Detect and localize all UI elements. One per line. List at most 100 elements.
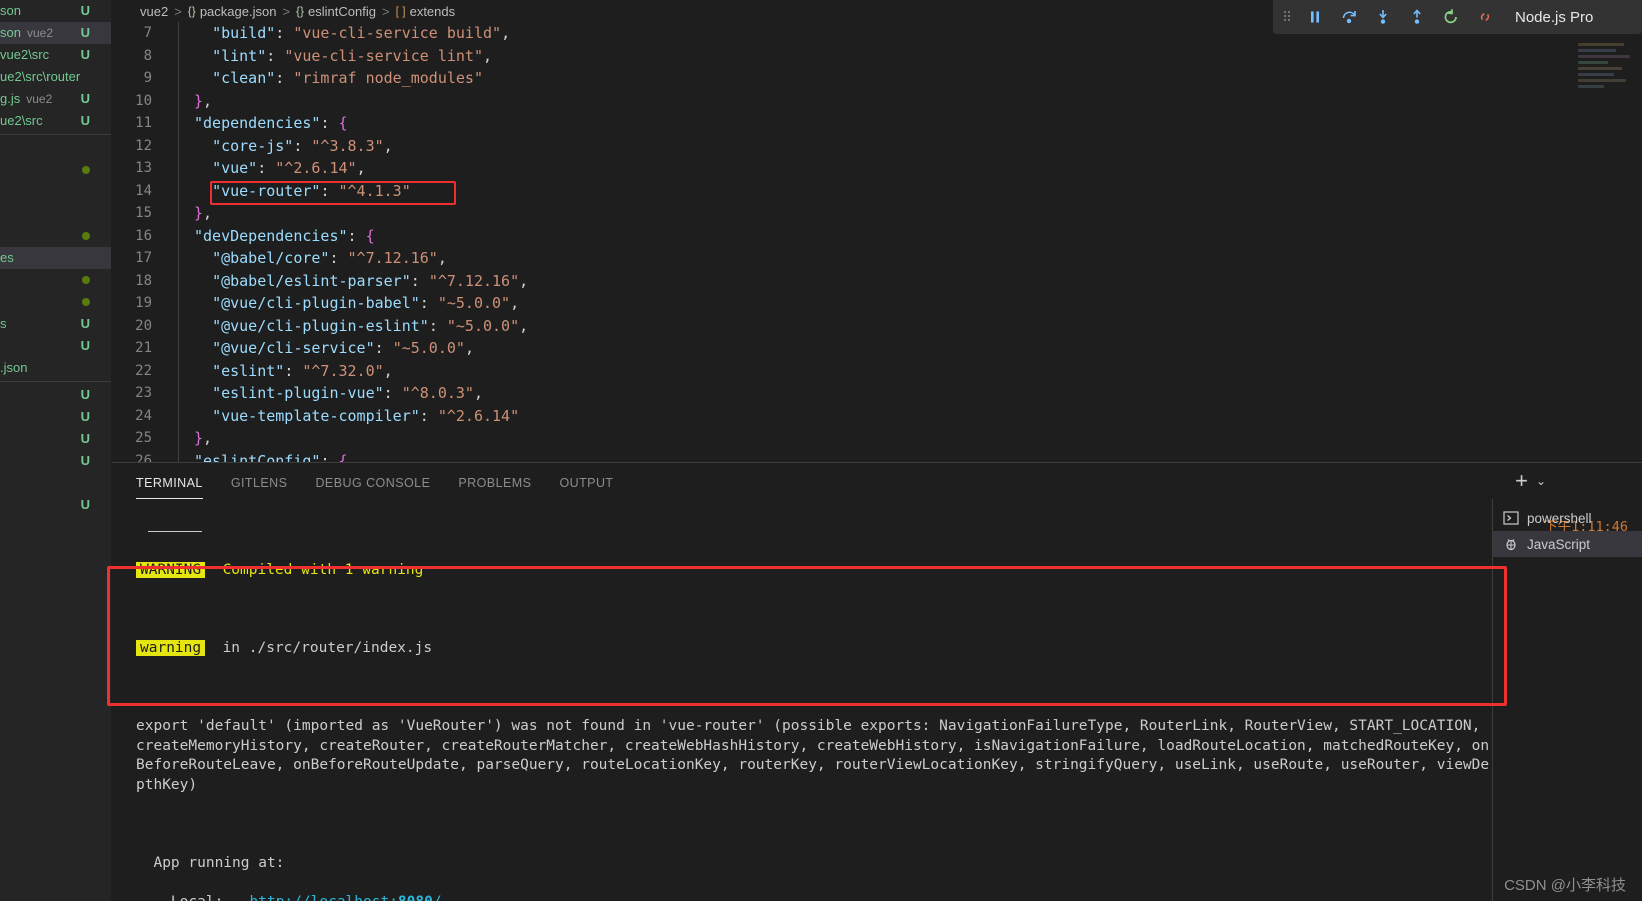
scm-list-item[interactable]: U — [0, 494, 112, 516]
terminal-rule — [148, 530, 202, 532]
code-text: "core-js": "^3.8.3", — [212, 136, 393, 155]
terminal-item-javascript[interactable]: JavaScript — [1493, 531, 1642, 557]
javascript-debug-icon — [1503, 536, 1519, 552]
scm-item-name: .json — [0, 360, 28, 375]
local-label: - Local: — [153, 894, 223, 901]
code-line[interactable]: 20 "@vue/cli-plugin-eslint": "~5.0.0", — [112, 314, 1642, 337]
warning-badge-small: warning — [136, 640, 206, 656]
scm-list-item[interactable]: U — [0, 406, 112, 428]
scm-list-item[interactable]: vue2\src U — [0, 44, 112, 66]
tab-gitlens[interactable]: GITLENS — [231, 463, 288, 499]
line-number: 11 — [135, 115, 152, 131]
code-line[interactable]: 23 "eslint-plugin-vue": "^8.0.3", — [112, 382, 1642, 405]
tab-problems[interactable]: PROBLEMS — [458, 463, 531, 499]
scm-list-item[interactable]: ue2\src U — [0, 110, 112, 132]
breadcrumb-item-folder[interactable]: vue2 — [140, 4, 168, 19]
terminal-instance-list[interactable]: powershell JavaScript — [1492, 499, 1642, 901]
code-line[interactable]: 12 "core-js": "^3.8.3", — [112, 134, 1642, 157]
error-message-block: export 'default' (imported as 'VueRouter… — [136, 717, 1492, 795]
code-line[interactable]: 16 "devDependencies": { — [112, 224, 1642, 247]
scm-status-badge: U — [80, 387, 90, 402]
code-line[interactable]: 18 "@babel/eslint-parser": "^7.12.16", — [112, 269, 1642, 292]
code-line[interactable]: 13 "vue": "^2.6.14", — [112, 157, 1642, 180]
indent-guide — [178, 427, 194, 450]
terminal-item-powershell[interactable]: powershell — [1493, 505, 1642, 531]
scm-status-dot-icon — [82, 276, 90, 284]
code-line[interactable]: 25}, — [112, 427, 1642, 450]
code-text: "@babel/eslint-parser": "^7.12.16", — [212, 271, 529, 290]
panel-actions[interactable]: + ⌄ — [1515, 463, 1546, 499]
disconnect-icon[interactable] — [1475, 7, 1495, 27]
scm-list-item[interactable]: son vue2 U — [0, 22, 112, 44]
bottom-panel: TERMINAL GITLENS DEBUG CONSOLE PROBLEMS … — [112, 462, 1642, 901]
watermark: CSDN @小李科技 — [1504, 877, 1626, 894]
step-over-icon[interactable] — [1339, 7, 1359, 27]
warning-message: Compiled with 1 warning — [222, 562, 424, 578]
drag-handle-icon[interactable] — [1283, 8, 1291, 27]
error-line: createMemoryHistory, createRouter, creat… — [136, 737, 1490, 754]
debug-toolbar[interactable]: Node.js Pro — [1273, 0, 1642, 34]
breadcrumb-item-file[interactable]: {} package.json — [188, 4, 277, 19]
line-number: 9 — [143, 70, 152, 86]
code-lines[interactable]: 7 "build": "vue-cli-service build", 8 "li… — [112, 22, 1642, 462]
scm-list-item[interactable]: U — [0, 384, 112, 406]
code-text: "dependencies": { — [194, 114, 348, 132]
scm-list-item[interactable] — [0, 225, 112, 247]
code-line[interactable]: 14 "vue-router": "^4.1.3" — [112, 179, 1642, 202]
code-line[interactable]: 19 "@vue/cli-plugin-babel": "~5.0.0", — [112, 292, 1642, 315]
scm-list-item[interactable]: g.js vue2 U — [0, 88, 112, 110]
code-line[interactable]: 22 "eslint": "^7.32.0", — [112, 359, 1642, 382]
tab-output[interactable]: OUTPUT — [559, 463, 613, 499]
step-out-icon[interactable] — [1407, 7, 1427, 27]
scm-list-item[interactable]: ue2\src\router — [0, 66, 112, 88]
debug-session-name: Node.js Pro — [1515, 8, 1594, 26]
scm-list-item[interactable] — [0, 137, 112, 159]
code-line[interactable]: 8 "lint": "vue-cli-service lint", — [112, 44, 1642, 67]
scm-list-item[interactable]: son U — [0, 0, 112, 22]
new-terminal-icon[interactable]: + — [1515, 470, 1528, 492]
terminal-viewport[interactable]: WARNING Compiled with 1 warning warning … — [112, 499, 1492, 901]
line-number: 21 — [135, 340, 152, 356]
scm-list-item[interactable]: U — [0, 450, 112, 472]
breadcrumb-item-array[interactable]: [ ] extends — [396, 4, 456, 19]
breadcrumb-item-symbol[interactable]: {} eslintConfig — [296, 4, 376, 19]
scm-list-item[interactable] — [0, 472, 112, 494]
line-number: 20 — [135, 317, 152, 334]
scm-list-item[interactable] — [0, 203, 112, 225]
restart-icon[interactable] — [1441, 7, 1461, 27]
scm-list-item[interactable] — [0, 269, 112, 291]
line-number: 13 — [135, 160, 152, 176]
code-line[interactable]: 10}, — [112, 89, 1642, 112]
scm-list-item[interactable] — [0, 181, 112, 203]
scm-list-item[interactable] — [0, 159, 112, 181]
scm-list-item[interactable]: sU — [0, 313, 112, 335]
local-url[interactable]: http://localhost: — [250, 894, 398, 901]
pause-icon[interactable] — [1305, 7, 1325, 27]
source-control-list[interactable]: son Uson vue2 Uvue2\src Uue2\src\router g.js v… — [0, 0, 112, 516]
scm-list-item[interactable]: es — [0, 247, 112, 269]
scm-list-item[interactable]: U — [0, 335, 112, 357]
code-line[interactable]: 24 "vue-template-compiler": "^2.6.14" — [112, 404, 1642, 427]
code-line[interactable]: 26 "eslintConfig": { — [112, 449, 1642, 462]
code-line[interactable]: 11 "dependencies": { — [112, 112, 1642, 135]
code-text: "@vue/cli-plugin-eslint": "~5.0.0", — [212, 316, 529, 335]
local-url-tail[interactable]: / — [433, 894, 442, 901]
local-port[interactable]: 8080 — [398, 894, 433, 901]
editor-minimap[interactable] — [1572, 40, 1642, 120]
tab-debug-console[interactable]: DEBUG CONSOLE — [315, 463, 430, 499]
tab-terminal[interactable]: TERMINAL — [136, 463, 203, 499]
scm-list-item[interactable] — [0, 291, 112, 313]
panel-tab-bar[interactable]: TERMINAL GITLENS DEBUG CONSOLE PROBLEMS … — [112, 463, 1642, 499]
scm-list-item[interactable]: U — [0, 428, 112, 450]
code-line[interactable]: 15}, — [112, 202, 1642, 225]
error-line: export 'default' (imported as 'VueRouter… — [136, 718, 1481, 734]
code-line[interactable]: 17 "@babel/core": "^7.12.16", — [112, 247, 1642, 270]
source-control-panel[interactable]: son Uson vue2 Uvue2\src Uue2\src\router g.js v… — [0, 0, 112, 901]
code-line[interactable]: 9 "clean": "rimraf node_modules" — [112, 67, 1642, 90]
code-line[interactable]: 21 "@vue/cli-service": "~5.0.0", — [112, 337, 1642, 360]
code-editor[interactable]: 7 "build": "vue-cli-service build", 8 "li… — [112, 22, 1642, 462]
chevron-down-icon[interactable]: ⌄ — [1536, 474, 1546, 488]
step-into-icon[interactable] — [1373, 7, 1393, 27]
scm-list-item[interactable]: .json — [0, 357, 112, 379]
scm-status-dot-icon — [82, 298, 90, 306]
